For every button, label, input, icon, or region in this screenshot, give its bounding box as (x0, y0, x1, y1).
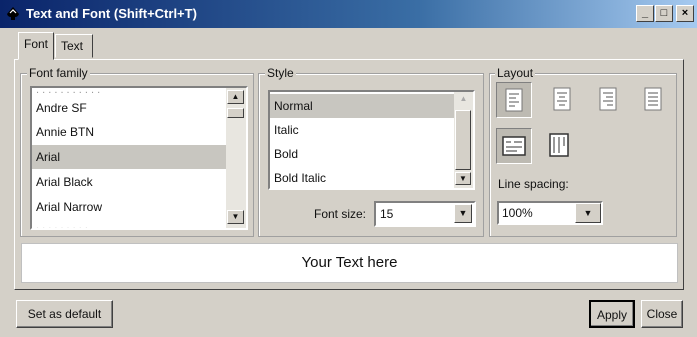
title-bar[interactable]: Text and Font (Shift+Ctrl+T) _ □ × (0, 0, 697, 28)
style-list[interactable]: Normal Italic Bold Bold Italic ▲ ▼ (268, 90, 475, 190)
font-item-annie-btn[interactable]: Annie BTN (32, 120, 226, 144)
scroll-up-icon[interactable]: ▲ (227, 90, 244, 104)
minimize-button[interactable]: _ (636, 5, 654, 22)
align-left-icon (505, 88, 523, 112)
apply-button[interactable]: Apply (589, 300, 635, 328)
horizontal-text-button[interactable] (496, 128, 532, 164)
style-item-normal-selected[interactable]: Normal (270, 94, 454, 118)
horizontal-text-icon (502, 136, 526, 156)
align-justify-icon (644, 87, 662, 111)
style-item-italic[interactable]: Italic (270, 118, 454, 142)
font-family-list[interactable]: . . . . . . . . . . . Andre SF Annie BTN… (30, 86, 248, 230)
line-spacing-value[interactable]: 100% (502, 206, 533, 220)
font-item-arial-selected[interactable]: Arial (32, 145, 226, 169)
scroll-thumb[interactable] (455, 110, 471, 170)
font-list-scrollbar[interactable]: ▲ ▼ (226, 88, 246, 228)
line-spacing-combo[interactable]: 100% ▼ (497, 201, 603, 225)
font-size-combo[interactable]: 15 ▼ (374, 201, 476, 227)
align-justify-button[interactable] (636, 82, 672, 118)
list-cutoff-bottom: . . . . . . . . . (36, 220, 88, 230)
font-family-label: Font family (27, 66, 90, 80)
chevron-down-icon[interactable]: ▼ (454, 204, 472, 223)
font-item-arial-narrow[interactable]: Arial Narrow (32, 195, 226, 219)
window-title: Text and Font (Shift+Ctrl+T) (26, 6, 197, 21)
text-preview: Your Text here (21, 243, 678, 283)
vertical-text-button[interactable] (542, 128, 578, 164)
list-cutoff-top: . . . . . . . . . . . (36, 86, 101, 96)
style-item-bold-italic[interactable]: Bold Italic (270, 166, 454, 188)
font-size-label: Font size: (314, 207, 367, 221)
close-button[interactable]: Close (641, 300, 683, 328)
align-center-button[interactable] (545, 82, 581, 118)
layout-label: Layout (495, 66, 536, 80)
vertical-text-icon (549, 133, 569, 157)
scroll-thumb[interactable] (227, 108, 244, 118)
line-spacing-label: Line spacing: (498, 177, 569, 191)
font-item-andre-sf[interactable]: Andre SF (32, 96, 226, 120)
style-list-scrollbar[interactable]: ▲ ▼ (454, 92, 473, 188)
close-window-button[interactable]: × (676, 5, 694, 22)
scroll-down-icon[interactable]: ▼ (227, 210, 244, 224)
align-center-icon (553, 87, 571, 111)
inkscape-icon (7, 7, 19, 20)
scroll-down-icon[interactable]: ▼ (455, 172, 471, 185)
align-right-button[interactable] (591, 82, 627, 118)
set-as-default-button[interactable]: Set as default (16, 300, 113, 328)
style-item-bold[interactable]: Bold (270, 142, 454, 166)
scroll-up-icon[interactable]: ▲ (456, 94, 471, 106)
align-left-button[interactable] (496, 82, 532, 118)
maximize-button[interactable]: □ (655, 5, 673, 22)
align-right-icon (599, 87, 617, 111)
chevron-down-icon[interactable]: ▼ (575, 203, 601, 223)
preview-text: Your Text here (301, 254, 398, 271)
tab-font[interactable]: Font (18, 32, 54, 60)
style-label: Style (265, 66, 296, 80)
font-size-value[interactable]: 15 (380, 207, 393, 221)
tab-text[interactable]: Text (55, 34, 93, 58)
font-item-arial-black[interactable]: Arial Black (32, 170, 226, 194)
